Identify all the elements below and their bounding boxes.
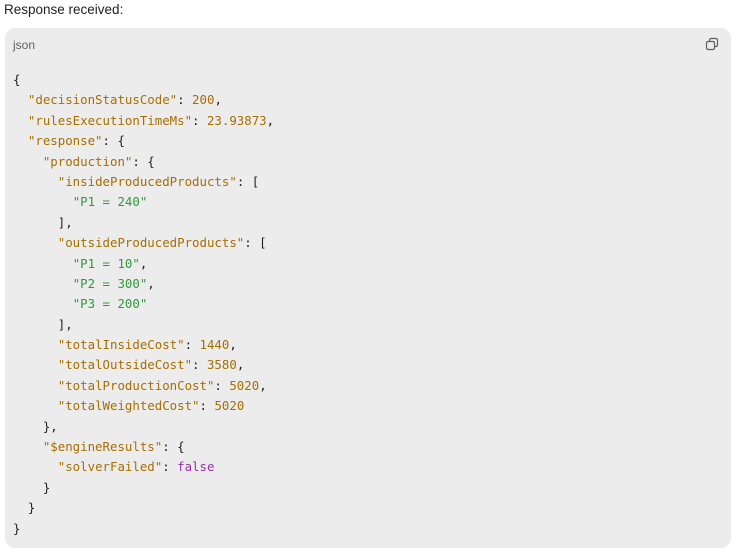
copy-button[interactable] (705, 37, 719, 51)
code-line: } (13, 478, 274, 498)
json-punctuation (13, 256, 73, 271)
json-punctuation: , (229, 337, 237, 353)
json-punctuation: : (192, 357, 207, 373)
json-string: "P1 = 10" (72, 255, 140, 271)
json-punctuation (13, 378, 58, 393)
json-number: 5020 (229, 377, 260, 393)
json-punctuation: : { (132, 153, 155, 169)
json-punctuation: : { (102, 133, 125, 149)
json-punctuation: : (214, 377, 230, 393)
code-line: "solverFailed": false (13, 457, 274, 477)
json-punctuation: , (139, 255, 148, 271)
json-key: "decisionStatusCode" (27, 92, 178, 108)
copy-icon (705, 37, 719, 51)
json-punctuation: : [ (244, 235, 267, 251)
json-punctuation (13, 154, 43, 169)
json-punctuation (13, 276, 73, 291)
code-line: ], (13, 315, 274, 335)
json-number: 5020 (214, 398, 245, 414)
code-line: "decisionStatusCode": 200, (13, 90, 274, 110)
json-punctuation (13, 296, 73, 311)
json-number: 1440 (199, 337, 230, 353)
json-punctuation (13, 337, 58, 352)
json-key: "$engineResults" (42, 439, 163, 455)
code-line: "totalWeightedCost": 5020 (13, 396, 274, 416)
json-punctuation (13, 174, 58, 189)
json-string: "P2 = 300" (72, 275, 148, 291)
code-line: } (13, 519, 274, 539)
json-punctuation (13, 133, 28, 148)
code-line: "totalInsideCost": 1440, (13, 335, 274, 355)
json-number: 3580 (206, 357, 237, 373)
code-line: "outsideProducedProducts": [ (13, 233, 274, 253)
json-punctuation: , (214, 92, 222, 108)
json-punctuation: }, (13, 418, 58, 434)
json-punctuation: ], (13, 214, 73, 230)
json-punctuation (13, 235, 58, 250)
json-punctuation: , (147, 275, 155, 291)
response-heading: Response received: (4, 2, 124, 17)
json-punctuation (13, 398, 58, 413)
code-line: "totalProductionCost": 5020, (13, 376, 274, 396)
code-line: "P3 = 200" (13, 294, 274, 314)
json-punctuation: , (266, 112, 275, 128)
json-string: "P3 = 200" (72, 296, 148, 312)
json-punctuation: , (259, 377, 267, 393)
json-punctuation: : (177, 92, 193, 108)
json-punctuation: } (13, 479, 51, 495)
json-punctuation: : (184, 337, 200, 353)
json-key: "totalWeightedCost" (57, 398, 200, 414)
json-punctuation: { (13, 72, 21, 87)
json-punctuation: ], (13, 316, 73, 332)
code-line: "production": { (13, 152, 274, 172)
json-number: 200 (192, 92, 215, 108)
code-line: "response": { (13, 131, 274, 151)
json-key: "outsideProducedProducts" (57, 235, 245, 251)
code-line: { (13, 70, 274, 90)
code-line: "insideProducedProducts": [ (13, 172, 274, 192)
code-content: { "decisionStatusCode": 200, "rulesExecu… (13, 70, 274, 539)
json-punctuation: , (236, 357, 245, 373)
json-punctuation (13, 113, 28, 128)
json-key: "response" (27, 133, 103, 149)
code-line: ], (13, 213, 274, 233)
code-line: "rulesExecutionTimeMs": 23.93873, (13, 111, 274, 131)
json-punctuation: : { (162, 439, 185, 455)
json-key: "rulesExecutionTimeMs" (27, 112, 193, 128)
json-punctuation (13, 92, 28, 107)
code-line: "P1 = 240" (13, 192, 274, 212)
json-punctuation: : (192, 112, 207, 128)
code-block: json { "decisionStatusCode": 200, "rules… (5, 28, 731, 548)
code-line: } (13, 498, 274, 518)
json-punctuation: } (13, 520, 21, 536)
json-punctuation (13, 439, 43, 454)
code-line: "P2 = 300", (13, 274, 274, 294)
json-punctuation (13, 194, 73, 209)
json-punctuation: : [ (236, 173, 260, 189)
json-key: "totalInsideCost" (57, 337, 185, 353)
json-boolean: false (177, 459, 215, 475)
code-line: "totalOutsideCost": 3580, (13, 355, 274, 375)
json-key: "solverFailed" (57, 459, 163, 475)
json-punctuation: } (13, 500, 36, 516)
json-key: "insideProducedProducts" (57, 173, 237, 189)
code-language-label: json (13, 38, 36, 52)
json-punctuation (13, 357, 58, 372)
json-key: "totalOutsideCost" (57, 357, 193, 373)
code-line: }, (13, 417, 274, 437)
code-line: "P1 = 10", (13, 254, 274, 274)
code-line: "$engineResults": { (13, 437, 274, 457)
json-punctuation (13, 459, 58, 474)
json-key: "totalProductionCost" (57, 377, 215, 393)
json-string: "P1 = 240" (72, 194, 148, 210)
json-punctuation: : (199, 398, 215, 414)
json-number: 23.93873 (206, 112, 267, 128)
json-key: "production" (42, 153, 133, 169)
json-punctuation: : (162, 459, 178, 475)
